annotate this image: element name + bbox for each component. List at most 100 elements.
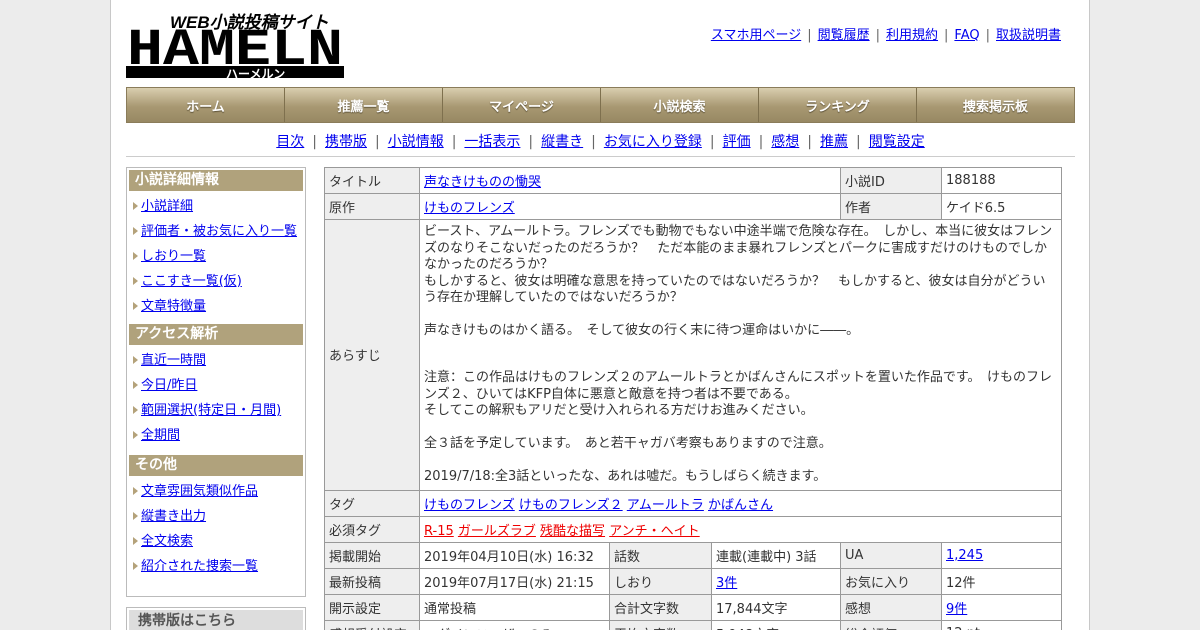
synopsis-line (424, 453, 1057, 470)
sidebar-item-last-hour[interactable]: 直近一時間 (141, 353, 206, 368)
sidebar-item-all-time[interactable]: 全期間 (141, 428, 180, 443)
disclosure-label: 開示設定 (324, 593, 420, 621)
table-row: 必須タグ R-15 ガールズラブ 残酷な描写 アンチ・ヘイト (324, 515, 1062, 543)
ua-label: UA (840, 541, 942, 569)
sidebar-heading-access: アクセス解析 (129, 324, 303, 345)
table-row: あらすじ ビースト、アムールトラ。フレンズでも動物でもない中途半端で危険な存在。… (324, 219, 1062, 491)
author-label: 作者 (840, 193, 942, 220)
original-link[interactable]: けものフレンズ (424, 201, 515, 216)
sidebar-item-raters[interactable]: 評価者・被お気に入り一覧 (141, 224, 297, 239)
required-tag-link[interactable]: 残酷な描写 (540, 524, 605, 539)
synopsis-line (424, 356, 1057, 370)
top-link-faq[interactable]: FAQ (954, 28, 979, 43)
top-link-smartphone[interactable]: スマホ用ページ (711, 28, 801, 43)
review-setting-value: ログインユーザーのみ (419, 619, 610, 630)
novel-id: 188188 (941, 167, 1062, 194)
nav-home[interactable]: ホーム (127, 88, 285, 122)
reviews-link[interactable]: 9件 (946, 602, 967, 617)
nav-ranking[interactable]: ランキング (759, 88, 917, 122)
novel-title-link[interactable]: 声なきけものの慟哭 (424, 175, 541, 190)
divider (126, 156, 1075, 157)
bookmarks-label: しおり (609, 567, 712, 595)
original-label: 原作 (324, 193, 420, 220)
top-link-terms[interactable]: 利用規約 (886, 28, 938, 43)
tag-link[interactable]: けものフレンズ２ (519, 498, 623, 513)
subnav-rating[interactable]: 評価 (723, 134, 751, 150)
sidebar-item-vertical-export[interactable]: 縦書き出力 (141, 509, 206, 524)
total-rating-label: 総合評価 (840, 619, 942, 630)
ua-link[interactable]: 1,245 (946, 548, 983, 563)
avg-chars-label: 平均文字数 (609, 619, 712, 630)
sidebar-item-fulltext[interactable]: 全文検索 (141, 534, 193, 549)
synopsis: ビースト、アムールトラ。フレンズでも動物でもない中途半端で危険な存在。 しかし、… (424, 224, 1057, 486)
subnav-recommend[interactable]: 推薦 (820, 134, 848, 150)
tag-link[interactable]: けものフレンズ (424, 498, 515, 513)
sidebar-heading-details: 小説詳細情報 (129, 170, 303, 191)
synopsis-line (424, 340, 1057, 357)
synopsis-line: もしかすると、彼女は明確な意思を持っていたのではないだろうか？ もしかすると、彼… (424, 273, 1046, 306)
author-name: ケイド6.5 (941, 193, 1062, 220)
table-row: 開示設定 通常投稿 合計文字数 17,844文字 感想 9件 (324, 593, 1062, 621)
subnav-mobile[interactable]: 携帯版 (325, 134, 367, 150)
logo-kana: ハーメルン (226, 67, 285, 81)
sidebar-heading-other: その他 (129, 455, 303, 476)
sidebar-item-features[interactable]: 文章特徴量 (141, 299, 206, 314)
table-row: タイトル 声なきけものの慟哭 小説ID 188188 (324, 167, 1062, 194)
required-tag-link[interactable]: R-15 (424, 524, 454, 539)
subnav-settings[interactable]: 閲覧設定 (869, 134, 925, 150)
sidebar-item-kokosuki[interactable]: ここすき一覧(仮) (141, 274, 242, 289)
sidebar-item-similar[interactable]: 文章雰囲気類似作品 (141, 484, 258, 499)
table-row: 掲載開始 2019年04月10日(水) 16:32 話数 連載(連載中) 3話 … (324, 541, 1062, 569)
table-row: 原作 けものフレンズ 作者 ケイド6.5 (324, 193, 1062, 220)
subnav-all[interactable]: 一括表示 (464, 134, 520, 150)
required-tags-label: 必須タグ (324, 515, 420, 543)
sidebar-item-bookmarks[interactable]: しおり一覧 (141, 249, 206, 264)
chapters-label: 話数 (609, 541, 712, 569)
reviews-label: 感想 (840, 593, 942, 621)
sidebar-item-detail[interactable]: 小説詳細 (141, 199, 193, 214)
novel-info-table: タイトル 声なきけものの慟哭 小説ID 188188 原作 けものフレンズ 作者… (324, 167, 1062, 630)
top-link-manual[interactable]: 取扱説明書 (996, 28, 1061, 43)
avg-chars-value: 5,948文字 (711, 619, 841, 630)
subnav-review[interactable]: 感想 (771, 134, 799, 150)
published-label: 掲載開始 (324, 541, 420, 569)
sidebar-item-range[interactable]: 範囲選択(特定日・月間) (141, 403, 281, 418)
nav-mypage[interactable]: マイページ (443, 88, 601, 122)
published-value: 2019年04月10日(水) 16:32 (419, 541, 610, 569)
synopsis-line: 声なきけものはかく語る。 そして彼女の行く末に待つ運命はいかに――。 (424, 323, 860, 338)
required-tag-link[interactable]: ガールズラブ (458, 524, 536, 539)
nav-search[interactable]: 小説検索 (601, 88, 759, 122)
tag-link[interactable]: かばんさん (708, 498, 773, 513)
disclosure-value: 通常投稿 (419, 593, 610, 621)
top-links: スマホ用ページ | 閲覧履歴 | 利用規約 | FAQ | 取扱説明書 (710, 28, 1061, 43)
total-chars-value: 17,844文字 (711, 593, 841, 621)
tag-link[interactable]: アムールトラ (627, 498, 704, 513)
favorites-value: 12件 (941, 567, 1062, 595)
favorites-label: お気に入り (840, 567, 942, 595)
mobile-heading[interactable]: 携帯版はこちら (129, 610, 303, 630)
latest-label: 最新投稿 (324, 567, 420, 595)
id-label: 小説ID (840, 167, 942, 194)
bookmarks-link[interactable]: 3件 (716, 576, 737, 591)
review-setting-label: 感想受付設定 (324, 619, 420, 630)
synopsis-line: ビースト、アムールトラ。フレンズでも動物でもない中途半端で危険な存在。 しかし、… (424, 224, 1053, 272)
synopsis-line: 全３話を予定しています。 あと若干ャガバ考察もありますので注意。 (424, 436, 832, 451)
table-row: 最新投稿 2019年07月17日(水) 21:15 しおり 3件 お気に入り 1… (324, 567, 1062, 595)
nav-recommend[interactable]: 推薦一覧 (285, 88, 443, 122)
top-link-history[interactable]: 閲覧履歴 (818, 28, 870, 43)
mobile-box: 携帯版はこちら (126, 607, 306, 630)
total-rating-value: 12 pt (941, 619, 1062, 630)
subnav-info[interactable]: 小説情報 (388, 134, 444, 150)
subnav-toc[interactable]: 目次 (276, 134, 304, 150)
subnav-favorite[interactable]: お気に入り登録 (604, 134, 702, 150)
required-tag-link[interactable]: アンチ・ヘイト (609, 524, 699, 539)
nav-board[interactable]: 捜索掲示板 (917, 88, 1074, 122)
synopsis-line (424, 420, 1057, 437)
sidebar-item-today[interactable]: 今日/昨日 (141, 378, 197, 393)
global-nav: ホーム 推薦一覧 マイページ 小説検索 ランキング 捜索掲示板 (126, 87, 1075, 123)
hameln-logo[interactable]: WEB小説投稿サイト HAMELN ハーメルン (126, 8, 348, 82)
subnav-vertical[interactable]: 縦書き (541, 134, 583, 150)
synopsis-line: 2019/7/18:全3話といったな、あれは嘘だ。もうしばらく続きます。 (424, 469, 827, 484)
sidebar-item-introduced[interactable]: 紹介された捜索一覧 (141, 559, 258, 574)
synopsis-line: そしてこの解釈もアリだと受け入れられる方だけお進みください。 (424, 403, 814, 418)
